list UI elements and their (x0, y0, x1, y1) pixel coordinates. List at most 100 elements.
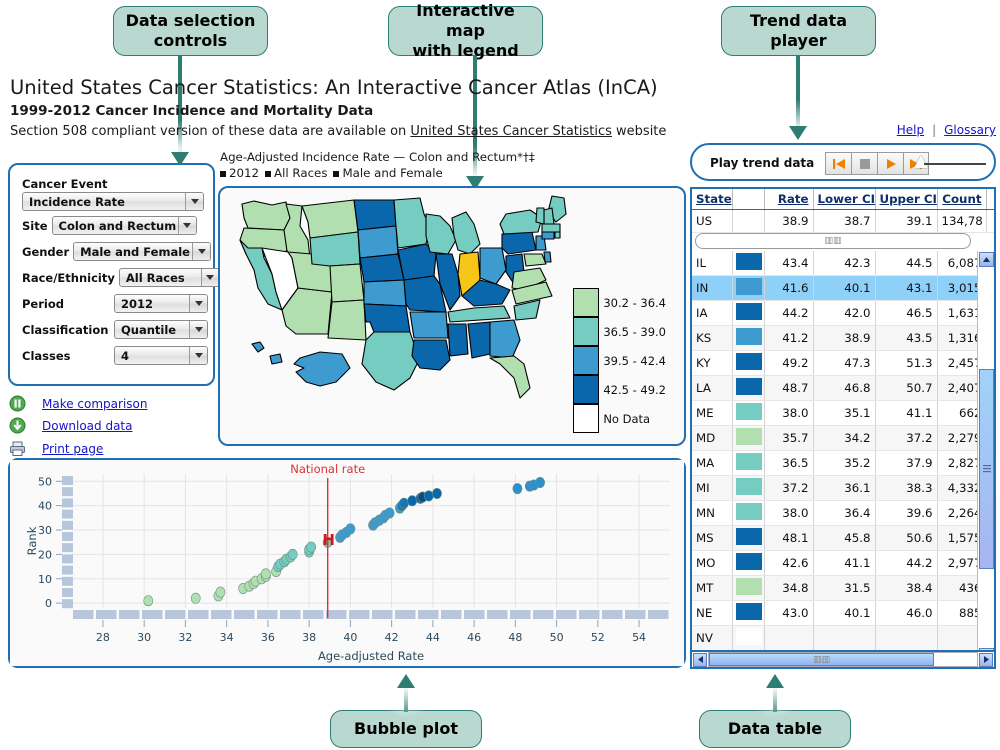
download-data-row[interactable]: Download data (9, 417, 133, 434)
interactive-map-panel[interactable]: 30.2 - 36.4 36.5 - 39.0 39.5 - 42.4 42.5… (218, 186, 686, 446)
state-NM[interactable] (328, 300, 366, 340)
table-row-us[interactable]: US 38.9 38.7 39.1 134,78 311 (692, 210, 996, 233)
chevron-down-icon[interactable] (189, 321, 207, 338)
speed-slider-knob[interactable] (914, 155, 928, 168)
state-SD[interactable] (358, 226, 398, 258)
stop-icon[interactable] (851, 152, 877, 175)
bubble-point[interactable] (261, 569, 270, 579)
state-PA[interactable] (502, 232, 536, 254)
legend-row[interactable]: No Data (573, 404, 666, 433)
table-inner-hscrollbar[interactable]: ▥▥ (695, 233, 971, 249)
state-MN[interactable] (394, 198, 430, 248)
bubble-point[interactable] (385, 508, 394, 518)
period-select[interactable]: 2012 (114, 294, 208, 313)
table-hscrollbar[interactable]: ▥▥ (690, 650, 996, 669)
col-header-lower-ci[interactable]: Lower CI (813, 189, 875, 210)
state-MT[interactable] (302, 200, 358, 238)
table-vscrollbar[interactable] (977, 251, 994, 665)
bubble-point[interactable] (346, 524, 355, 534)
table-row[interactable]: MI37.236.138.34,332 (692, 476, 994, 501)
glossary-link[interactable]: Glossary (944, 123, 996, 137)
table-row[interactable]: NE43.040.146.0885 (692, 601, 994, 626)
make-comparison-link[interactable]: Make comparison (42, 397, 148, 411)
legend-row[interactable]: 36.5 - 39.0 (573, 317, 666, 346)
state-RI[interactable] (555, 232, 560, 238)
table-row[interactable]: MS48.145.850.61,575 (692, 526, 994, 551)
state-WY[interactable] (310, 232, 360, 266)
col-header-state[interactable]: State (692, 189, 732, 210)
table-row[interactable]: NV (692, 626, 994, 651)
highlighted-state-marker[interactable]: H (322, 531, 335, 549)
legend-row[interactable]: 30.2 - 36.4 (573, 288, 666, 317)
state-NE[interactable] (360, 254, 404, 282)
chevron-down-icon[interactable] (189, 347, 207, 364)
bubble-point[interactable] (307, 542, 316, 552)
state-MI[interactable] (452, 212, 480, 254)
state-DE[interactable] (544, 252, 551, 262)
state-CO[interactable] (330, 264, 364, 302)
table-row[interactable]: KS41.238.943.51,316 (692, 326, 994, 351)
state-TN[interactable] (448, 306, 510, 322)
chevron-down-icon[interactable] (189, 295, 207, 312)
col-header-population[interactable]: Po (986, 189, 996, 210)
classification-select[interactable]: Quantile (114, 320, 208, 339)
state-MD[interactable] (524, 254, 546, 266)
state-OH[interactable] (480, 248, 506, 284)
chevron-down-icon[interactable] (185, 193, 203, 210)
table-row[interactable]: ME38.035.141.1662 (692, 401, 994, 426)
make-comparison-row[interactable]: Make comparison (9, 395, 148, 412)
state-KS[interactable] (364, 280, 406, 306)
download-data-link[interactable]: Download data (42, 419, 133, 433)
gender-select[interactable]: Male and Female (73, 242, 211, 261)
data-table-panel[interactable]: State Rate Lower CI Upper CI Count Po US… (690, 187, 996, 669)
skip-back-icon[interactable] (825, 152, 851, 175)
hscroll-track[interactable]: ▥▥ (708, 652, 978, 667)
table-row[interactable]: KY49.247.351.32,457 (692, 351, 994, 376)
help-link[interactable]: Help (897, 123, 924, 137)
col-header-upper-ci[interactable]: Upper CI (875, 189, 937, 210)
table-row[interactable]: MA36.535.237.92,827 (692, 451, 994, 476)
bubble-point[interactable] (191, 593, 200, 603)
legend-row[interactable]: 39.5 - 42.4 (573, 346, 666, 375)
table-row[interactable]: IA44.242.046.51,631 (692, 301, 994, 326)
scroll-right-icon[interactable] (979, 653, 993, 667)
bubble-point[interactable] (144, 595, 153, 605)
bubble-point[interactable] (216, 587, 225, 597)
scroll-left-icon[interactable] (693, 653, 707, 667)
col-header-rate[interactable]: Rate (764, 189, 813, 210)
state-OK[interactable] (364, 304, 410, 332)
state-HI[interactable] (252, 342, 264, 352)
state-CT[interactable] (542, 232, 554, 239)
state-MA[interactable] (542, 224, 560, 232)
us-choropleth-map[interactable] (224, 192, 624, 442)
table-row[interactable]: MO42.641.144.22,977 (692, 551, 994, 576)
chevron-down-icon[interactable] (178, 217, 196, 234)
legend-row[interactable]: 42.5 - 49.2 (573, 375, 666, 404)
vscroll-thumb[interactable] (979, 369, 994, 569)
state-FL[interactable] (490, 356, 530, 398)
cancer-event-select[interactable]: Incidence Rate (22, 192, 204, 211)
state-GA[interactable] (490, 320, 520, 358)
classes-select[interactable]: 4 (114, 346, 208, 365)
state-VT[interactable] (536, 208, 544, 224)
state-AR[interactable] (410, 312, 448, 338)
state-NH[interactable] (544, 208, 554, 224)
state-TX[interactable] (362, 332, 420, 390)
bubble-point[interactable] (535, 477, 544, 487)
bubble-point[interactable] (424, 491, 433, 501)
state-HI2[interactable] (270, 354, 282, 364)
bubble-plot-panel[interactable]: 010203040502830323436384042444648505254A… (8, 458, 686, 668)
state-WI[interactable] (426, 214, 456, 254)
play-icon[interactable] (877, 152, 903, 175)
table-row[interactable]: IL43.442.344.56,087 (692, 251, 994, 276)
bubble-point[interactable] (408, 496, 417, 506)
hscroll-thumb[interactable]: ▥▥ (709, 653, 934, 666)
print-page-link[interactable]: Print page (42, 442, 103, 456)
chevron-down-icon[interactable] (201, 269, 219, 286)
table-row[interactable]: MN38.036.439.62,264 (692, 501, 994, 526)
col-header-count[interactable]: Count (937, 189, 986, 210)
state-LA[interactable] (412, 340, 450, 370)
scroll-up-icon[interactable] (979, 252, 994, 267)
state-WA[interactable] (242, 201, 290, 230)
bubble-plot-svg[interactable]: 010203040502830323436384042444648505254A… (10, 460, 684, 666)
